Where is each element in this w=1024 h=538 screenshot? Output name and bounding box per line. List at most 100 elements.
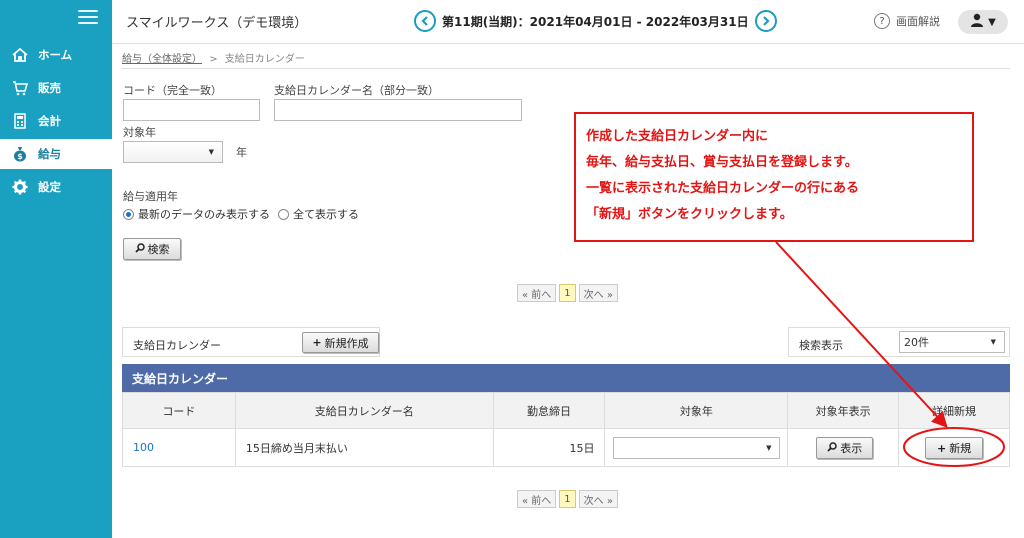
column-header: 対象年: [604, 392, 789, 429]
apply-year-label: 給与適用年: [123, 190, 178, 203]
show-button-label: 表示: [840, 442, 863, 455]
display-count-value: 20件: [904, 336, 929, 349]
table-title: 支給日カレンダー: [122, 364, 1010, 392]
sidebar: ホーム 販売 会計 $ 給与 設定: [0, 0, 112, 538]
code-label: コード（完全一致）: [123, 84, 222, 97]
radio-latest[interactable]: [123, 208, 134, 220]
instruction-callout: 作成した支給日カレンダー内に 毎年、給与支払日、賞与支払日を登録します。 一覧に…: [574, 112, 974, 242]
pager-top: « 前へ 1 次へ »: [517, 284, 621, 302]
plus-icon: +: [312, 336, 322, 349]
search-icon: [134, 242, 145, 256]
callout-line: 一覧に表示された支給日カレンダーの行にある: [586, 181, 860, 196]
column-header: 勤怠締日: [492, 392, 606, 429]
breadcrumb: 給与（全体設定） > 支給日カレンダー: [122, 50, 305, 65]
calendar-table: コード 支給日カレンダー名 勤怠締日 対象年 対象年表示 詳細新規 100 15…: [122, 392, 1010, 467]
plus-icon: +: [936, 441, 947, 455]
period-nav: 第11期(当期)：2021年04月01日 - 2022年03月31日: [414, 10, 777, 32]
name-label: 支給日カレンダー名（部分一致）: [274, 84, 439, 97]
sidebar-item-settings[interactable]: 設定: [0, 172, 112, 202]
gear-icon: [12, 179, 28, 195]
chevron-left-icon[interactable]: [414, 10, 436, 32]
target-year-cell: ▼: [604, 428, 789, 467]
callout-line: 作成した支給日カレンダー内に: [586, 129, 769, 144]
code-link[interactable]: 100: [133, 441, 154, 454]
user-menu-button[interactable]: ▼: [958, 10, 1008, 34]
divider: [122, 68, 1010, 69]
search-button[interactable]: 検索: [123, 238, 181, 260]
home-icon: [12, 47, 28, 63]
sidebar-item-label: ホーム: [38, 48, 73, 62]
calendar-name-input[interactable]: [274, 99, 522, 121]
pager-next[interactable]: 次へ »: [578, 490, 618, 508]
breadcrumb-separator: >: [209, 54, 218, 65]
year-suffix: 年: [236, 146, 247, 159]
column-header: 支給日カレンダー名: [234, 392, 494, 429]
display-count-select[interactable]: 20件 ▼: [899, 331, 1005, 353]
show-button[interactable]: 表示: [816, 437, 874, 459]
caret-down-icon: ▼: [208, 148, 214, 156]
code-input[interactable]: [123, 99, 260, 121]
pager-current[interactable]: 1: [559, 490, 576, 508]
code-cell: 100: [122, 428, 236, 467]
help-icon: ?: [874, 13, 890, 29]
sidebar-item-home[interactable]: ホーム: [0, 40, 112, 70]
caret-down-icon: ▼: [988, 16, 996, 28]
show-cell: 表示: [787, 428, 900, 467]
calendar-label: 支給日カレンダー: [133, 339, 221, 352]
pager-current[interactable]: 1: [559, 284, 576, 302]
pager-next[interactable]: 次へ »: [578, 284, 618, 302]
close-day-cell: 15日: [492, 428, 606, 467]
cart-icon: [12, 80, 28, 96]
target-year-select[interactable]: ▼: [613, 437, 781, 459]
pager-prev[interactable]: « 前へ: [517, 284, 557, 302]
create-new-button[interactable]: + 新規作成: [302, 332, 379, 353]
column-header: 詳細新規: [898, 392, 1010, 429]
callout-line: 毎年、給与支払日、賞与支払日を登録します。: [586, 155, 858, 170]
column-header: コード: [122, 392, 236, 429]
sidebar-item-label: 設定: [38, 180, 61, 194]
svg-text:$: $: [17, 152, 23, 161]
display-label: 検索表示: [799, 339, 843, 352]
table-header-row: コード 支給日カレンダー名 勤怠締日 対象年 対象年表示 詳細新規: [122, 392, 1010, 429]
search-button-label: 検索: [147, 243, 170, 256]
pager-prev[interactable]: « 前へ: [517, 490, 557, 508]
pager-bottom: « 前へ 1 次へ »: [517, 490, 621, 508]
search-icon: [827, 441, 837, 455]
year-select[interactable]: ▼: [123, 141, 223, 163]
apply-year-radio-group: 最新のデータのみ表示する 全て表示する: [123, 206, 359, 222]
row-new-label: 新規: [949, 442, 972, 455]
chevron-right-icon[interactable]: [754, 10, 777, 32]
breadcrumb-current: 支給日カレンダー: [224, 54, 305, 65]
year-label: 対象年: [123, 126, 156, 139]
sidebar-item-accounting[interactable]: 会計: [0, 106, 112, 136]
caret-down-icon: ▼: [766, 444, 772, 452]
calculator-icon: [12, 113, 28, 129]
column-header: 対象年表示: [787, 392, 900, 429]
breadcrumb-parent-link[interactable]: 給与（全体設定）: [122, 54, 202, 65]
radio-all-label[interactable]: 全て表示する: [293, 206, 359, 222]
radio-all[interactable]: [278, 208, 289, 220]
money-bag-icon: $: [12, 146, 28, 162]
sidebar-item-sales[interactable]: 販売: [0, 73, 112, 103]
radio-latest-label[interactable]: 最新のデータのみ表示する: [138, 206, 270, 222]
user-icon: [970, 13, 984, 31]
create-new-label: 新規作成: [324, 336, 369, 350]
caret-down-icon: ▼: [990, 338, 996, 346]
calendar-label-box: 支給日カレンダー + 新規作成: [122, 327, 380, 357]
app-title: スマイルワークス（デモ環境）: [126, 16, 308, 31]
table-row: 100 15日締め当月末払い 15日 ▼ 表示 + 新規: [122, 428, 1010, 467]
help-label: 画面解説: [896, 15, 940, 28]
hamburger-menu-icon[interactable]: [78, 10, 98, 26]
name-cell: 15日締め当月末払い: [234, 428, 494, 467]
sidebar-item-label: 販売: [38, 81, 61, 95]
sidebar-item-label: 会計: [38, 114, 61, 128]
header: スマイルワークス（デモ環境） 第11期(当期)：2021年04月01日 - 20…: [112, 0, 1024, 44]
new-cell: + 新規: [898, 428, 1010, 467]
help-link[interactable]: ? 画面解説: [874, 13, 940, 29]
list-toolbar: 支給日カレンダー + 新規作成 検索表示 20件 ▼: [122, 327, 1010, 357]
sidebar-item-label: 給与: [38, 147, 61, 161]
period-text: 第11期(当期)：2021年04月01日 - 2022年03月31日: [442, 14, 749, 29]
sidebar-item-payroll[interactable]: $ 給与: [0, 139, 112, 169]
display-count-box: 検索表示 20件 ▼: [788, 327, 1010, 357]
row-new-button[interactable]: + 新規: [925, 437, 984, 459]
